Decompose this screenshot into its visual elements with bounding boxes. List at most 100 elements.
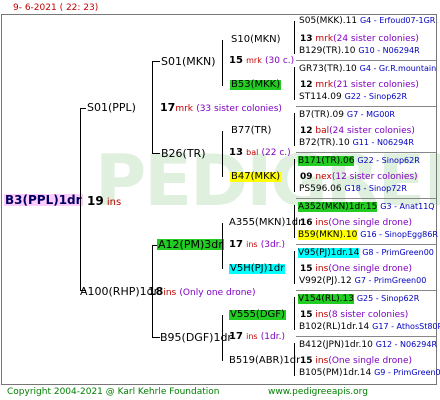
- g4-gen-0: G4 - Erfoud07-1GR: [359, 16, 436, 25]
- g4-gen-7: G18 - Sinop72R: [344, 184, 407, 193]
- footer-copyright: Copyright 2004-2021 @ Karl Kehrle Founda…: [7, 387, 220, 397]
- g4-name-0: S05(MKK).11: [299, 16, 358, 26]
- connector: [152, 337, 160, 338]
- g4-name-4: B7(TR).09: [299, 110, 344, 120]
- g3-mark-4: ins: [315, 218, 329, 228]
- g3-name-3[interactable]: B47(MKK): [230, 172, 282, 182]
- g3-num-7: 15: [300, 356, 313, 366]
- separator: [296, 198, 436, 199]
- g1-name-0[interactable]: S01(PPL): [87, 102, 136, 113]
- separator: [296, 152, 436, 153]
- g3-num-2: 12: [300, 126, 313, 136]
- g4-row-12[interactable]: V154(RL).13 G25 - Sinop62R: [298, 294, 420, 304]
- g4-gen-10: G8 - PrimGreen00: [362, 248, 434, 257]
- connector: [152, 61, 160, 62]
- g4-name-12: V154(RL).13: [298, 294, 354, 304]
- g4-name-3: ST114.09: [299, 92, 342, 102]
- g4-gen-13: G17 - AthosSt80R: [372, 322, 440, 331]
- g2-name-1[interactable]: B26(TR): [161, 148, 206, 159]
- g3-info-3: 09 nex(12 sister colonies): [300, 173, 418, 182]
- separator: [296, 336, 436, 337]
- separator: [296, 244, 436, 245]
- g2-num-0: 15: [229, 55, 243, 66]
- g3-name-4[interactable]: A355(MKN)1dr: [229, 218, 302, 228]
- g2-info-2: 17 ins (3dr.): [229, 240, 285, 250]
- g4-row-11[interactable]: V992(PJ).12 G7 - PrimGreen00: [299, 277, 426, 286]
- g3-mark-7: ins: [315, 356, 329, 366]
- g4-row-0[interactable]: S05(MKK).11 G4 - Erfoud07-1GR: [299, 17, 435, 26]
- g2-num-1: 13: [229, 147, 243, 158]
- g2-mark-2: ins: [246, 240, 258, 249]
- g1-num-0: 17: [160, 101, 176, 114]
- g4-row-9[interactable]: B59(MKN).10 G16 - SinopEgg86R: [298, 230, 438, 240]
- g3-info-5: 15 ins(One single drone): [300, 265, 412, 274]
- g3-num-1: 12: [300, 80, 313, 90]
- root-num: 19: [87, 194, 104, 208]
- connector: [294, 67, 295, 100]
- g3-info-7: 15 ins(One single drone): [300, 357, 412, 366]
- g2-name-0[interactable]: S01(MKN): [161, 56, 216, 67]
- g3-num-6: 15: [300, 310, 313, 320]
- g1-mark-0: mrk: [175, 104, 193, 114]
- g4-gen-11: G7 - PrimGreen00: [354, 276, 427, 285]
- g2-note-3: (1dr.): [260, 332, 285, 342]
- connector: [222, 40, 223, 86]
- g3-name-5[interactable]: V5H(PJ)1dr: [229, 264, 286, 274]
- g4-row-7[interactable]: PS596.06 G18 - Sinop72R: [299, 185, 407, 194]
- g2-note-1: (22 c.): [261, 148, 291, 158]
- g4-gen-15: G9 - PrimGreen00: [374, 368, 440, 377]
- g4-name-8: A352(MKN)1dr.15: [298, 202, 378, 212]
- g3-mark-2: bal: [315, 126, 330, 136]
- g3-note-7: (One single drone): [328, 356, 412, 366]
- g3-num-4: 16: [300, 218, 313, 228]
- g3-num-3: 09: [300, 172, 313, 182]
- g2-mark-3: ins: [246, 332, 258, 341]
- root-name[interactable]: B3(PPL)1dr: [4, 194, 83, 206]
- g4-row-14[interactable]: B412(JPN)1dr.10 G12 - N06294R: [299, 341, 437, 350]
- connector: [152, 153, 160, 154]
- connector: [294, 21, 295, 54]
- g4-gen-14: G12 - N06294R: [375, 340, 438, 349]
- g3-info-6: 15 ins(8 sister colonies): [300, 311, 408, 320]
- g1-name-1[interactable]: A100(RHP)1dr: [80, 286, 158, 297]
- g3-info-1: 12 mrk(21 sister colonies): [300, 81, 419, 90]
- g4-name-11: V992(PJ).12: [299, 276, 352, 286]
- connector: [222, 131, 223, 177]
- g4-row-2[interactable]: GR73(TR).10 G4 - Gr.R.mountain: [299, 65, 436, 74]
- g2-name-2[interactable]: A12(PM)3dr: [157, 239, 224, 250]
- footer-link[interactable]: www.pedigreeapis.org: [268, 388, 368, 397]
- g4-row-5[interactable]: B72(TR).10 G11 - N06294R: [299, 139, 414, 148]
- g4-row-15[interactable]: B105(PM)1dr.14 G9 - PrimGreen00: [299, 369, 440, 378]
- g4-name-13: B102(RL)1dr.14: [299, 322, 370, 332]
- g3-name-6[interactable]: V555(DGF): [229, 310, 286, 320]
- g4-row-8[interactable]: A352(MKN)1dr.15 G3 - Anat11Q: [298, 202, 435, 212]
- root-mark: ins: [106, 197, 122, 208]
- g4-gen-12: G25 - Sinop62R: [356, 294, 420, 303]
- g4-row-1[interactable]: B129(TR).10 G10 - N06294R: [299, 47, 420, 56]
- g3-mark-5: ins: [315, 264, 329, 274]
- g3-name-1[interactable]: B53(MKK): [230, 80, 282, 90]
- g4-gen-3: G22 - Sinop62R: [344, 92, 408, 101]
- connector: [80, 108, 81, 291]
- g1-mark-1: ins: [163, 288, 177, 298]
- g4-row-3[interactable]: ST114.09 G22 - Sinop62R: [299, 93, 407, 102]
- g4-name-15: B105(PM)1dr.14: [299, 368, 372, 378]
- g4-row-13[interactable]: B102(RL)1dr.14 G17 - AthosSt80R: [299, 323, 440, 332]
- g3-note-3: (12 sister colonies): [331, 172, 418, 182]
- g4-name-2: GR73(TR).10: [299, 64, 357, 74]
- g4-row-10[interactable]: V95(PJ)1dr.14 G8 - PrimGreen00: [298, 248, 434, 258]
- separator: [296, 106, 436, 107]
- g2-info-0: 15 mrk (30 c.): [229, 56, 294, 66]
- g3-name-2[interactable]: B77(TR): [231, 126, 271, 136]
- g4-row-6[interactable]: B171(TR).06 G22 - Sinop62R: [298, 156, 420, 166]
- g3-name-7[interactable]: B519(ABR)1dr: [229, 356, 300, 366]
- g4-gen-6: G22 - Sinop62R: [357, 156, 420, 165]
- connector: [294, 113, 295, 146]
- g3-mark-6: ins: [315, 310, 329, 320]
- g3-num-5: 15: [300, 264, 313, 274]
- root-info: 19 ins: [87, 195, 121, 208]
- g3-name-0[interactable]: S10(MKN): [231, 35, 281, 45]
- g3-mark-3: nex: [315, 172, 332, 182]
- g3-note-1: (21 sister colonies): [333, 80, 419, 90]
- g4-row-4[interactable]: B7(TR).09 G7 - MG00R: [299, 111, 395, 120]
